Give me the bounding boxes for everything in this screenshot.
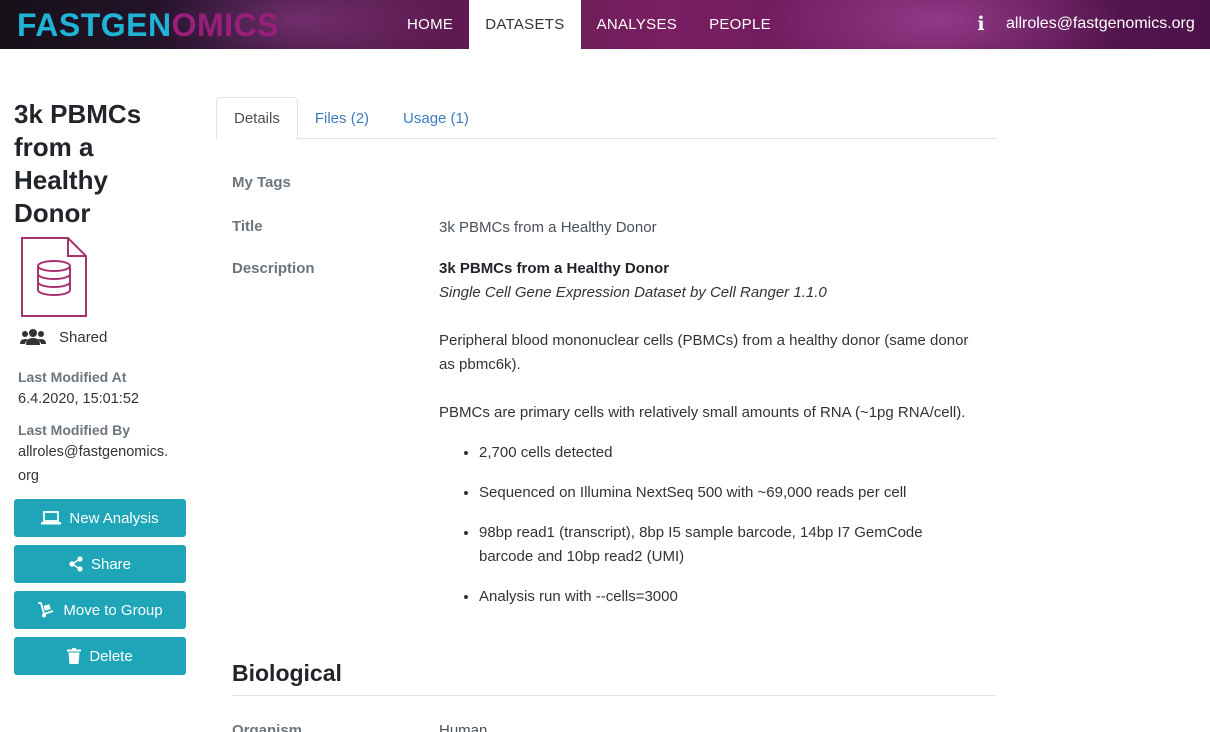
top-navbar: FASTGENOMICS HOME DATASETS ANALYSES PEOP… xyxy=(0,0,1210,49)
description-content: 3k PBMCs from a Healthy Donor Single Cel… xyxy=(439,257,969,625)
list-item: Sequenced on Illumina NextSeq 500 with ~… xyxy=(479,481,969,505)
dolly-icon xyxy=(38,602,54,618)
biological-section-title: Biological xyxy=(232,660,342,686)
database-file-icon xyxy=(21,237,87,317)
last-modified-at-label: Last Modified At xyxy=(18,369,127,385)
trash-icon xyxy=(67,648,82,664)
last-modified-by-label: Last Modified By xyxy=(18,422,131,438)
organism-label: Organism xyxy=(232,722,303,732)
logo-part-1: FASTGEN xyxy=(17,7,172,43)
users-icon xyxy=(20,329,46,345)
info-icon[interactable]: i xyxy=(975,14,987,34)
list-item: Analysis run with --cells=3000 xyxy=(479,585,969,609)
last-modified-by-value-cont: org xyxy=(18,468,39,484)
tab-usage[interactable]: Usage (1) xyxy=(386,97,486,139)
share-button[interactable]: Share xyxy=(14,545,186,583)
dataset-tabs: Details Files (2) Usage (1) xyxy=(216,97,996,140)
tab-details[interactable]: Details xyxy=(216,97,298,140)
new-analysis-button[interactable]: New Analysis xyxy=(14,499,186,537)
share-icon xyxy=(69,556,83,572)
new-analysis-label: New Analysis xyxy=(69,509,159,527)
title-value: 3k PBMCs from a Healthy Donor xyxy=(439,219,657,236)
organism-value: Human xyxy=(439,722,488,732)
description-label: Description xyxy=(232,260,315,277)
shared-status: Shared xyxy=(20,326,107,348)
share-label: Share xyxy=(90,555,132,573)
list-item: 2,700 cells detected xyxy=(479,441,969,465)
dataset-sidebar: 3k PBMCs from a Healthy Donor Shared Las… xyxy=(14,98,186,675)
delete-button[interactable]: Delete xyxy=(14,637,186,675)
title-label: Title xyxy=(232,218,263,235)
nav-home[interactable]: HOME xyxy=(391,0,469,49)
description-subheading: Single Cell Gene Expression Dataset by C… xyxy=(439,284,827,301)
dataset-title: 3k PBMCs from a Healthy Donor xyxy=(14,99,142,228)
my-tags-label: My Tags xyxy=(232,174,291,191)
last-modified-at-value: 6.4.2020, 15:01:52 xyxy=(18,391,139,407)
tab-files[interactable]: Files (2) xyxy=(298,97,386,139)
shared-label: Shared xyxy=(59,328,108,346)
list-item: 98bp read1 (transcript), 8bp I5 sample b… xyxy=(479,521,969,569)
nav-people[interactable]: PEOPLE xyxy=(693,0,787,49)
description-paragraph: PBMCs are primary cells with relatively … xyxy=(439,404,966,421)
nav-datasets[interactable]: DATASETS xyxy=(469,0,581,49)
main-nav: HOME DATASETS ANALYSES PEOPLE xyxy=(391,0,787,49)
description-bullets: 2,700 cells detected Sequenced on Illumi… xyxy=(479,441,969,609)
section-divider xyxy=(232,695,996,696)
logo-part-2: OMICS xyxy=(171,7,280,43)
nav-analyses[interactable]: ANALYSES xyxy=(581,0,694,49)
move-to-group-button[interactable]: Move to Group xyxy=(14,591,186,629)
laptop-icon xyxy=(41,511,62,525)
last-modified-by-value: allroles@fastgenomics. xyxy=(18,444,169,460)
user-menu[interactable]: allroles@fastgenomics.org xyxy=(1006,14,1195,34)
move-to-group-label: Move to Group xyxy=(63,601,163,619)
description-heading: 3k PBMCs from a Healthy Donor xyxy=(439,260,670,277)
delete-label: Delete xyxy=(89,647,133,665)
description-paragraph: Peripheral blood mononuclear cells (PBMC… xyxy=(439,332,969,373)
logo[interactable]: FASTGENOMICS xyxy=(17,8,279,42)
